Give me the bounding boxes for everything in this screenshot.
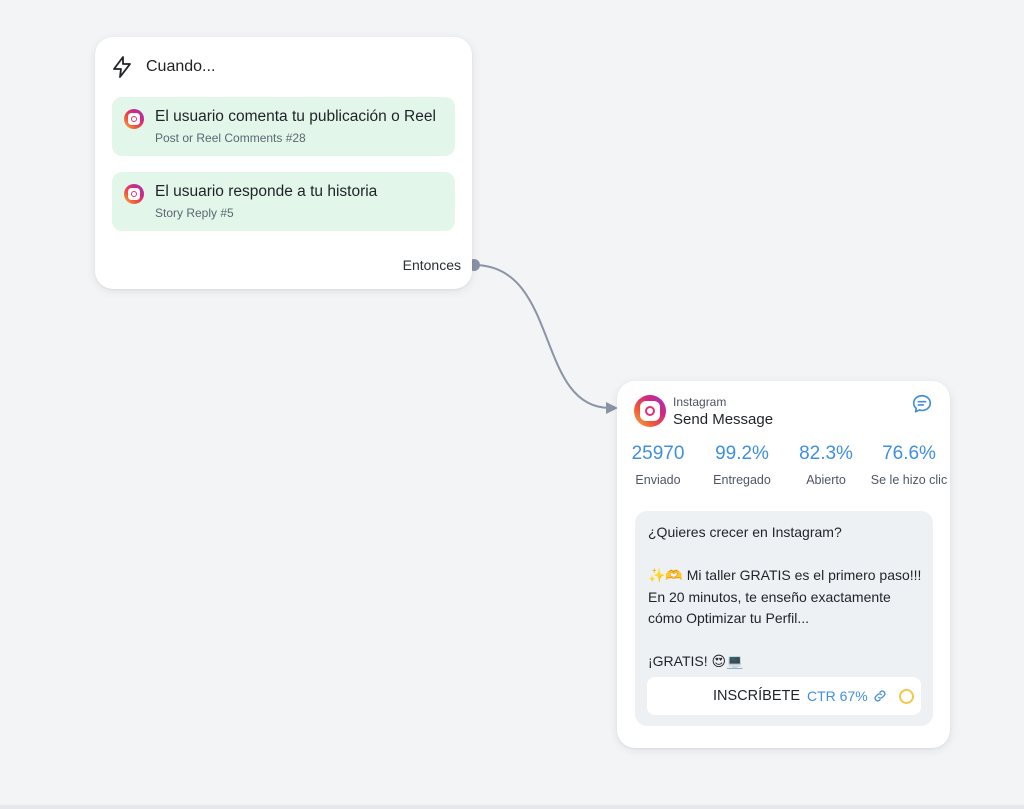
stat-label: Entregado [713, 473, 771, 487]
stat-value: 82.3% [799, 443, 853, 464]
action-title: Send Message [673, 411, 774, 428]
stat-label: Abierto [806, 473, 846, 487]
message-preview[interactable]: ¿Quieres crecer en Instagram? ✨🫶 Mi tall… [635, 511, 933, 726]
canvas-bottom-edge [0, 805, 1024, 809]
message-text: ¿Quieres crecer en Instagram? ✨🫶 Mi tall… [648, 524, 922, 669]
trigger-item-subtitle: Post or Reel Comments #28 [155, 131, 306, 145]
stat-label: Enviado [635, 473, 681, 487]
stat-value: 25970 [631, 443, 685, 464]
cta-label: INSCRÍBETE [713, 688, 801, 704]
stats-row: 25970 Enviado 99.2% Entregado 82.3% Abie… [617, 443, 950, 493]
cta-ctr: CTR 67% [807, 688, 868, 704]
trigger-header: Cuando... [110, 55, 215, 79]
stat-label: Se le hizo clic [870, 473, 948, 487]
link-icon[interactable] [872, 688, 888, 704]
trigger-node[interactable]: Cuando... El usuario comenta tu publicac… [95, 37, 472, 289]
trigger-item-subtitle: Story Reply #5 [155, 206, 234, 220]
stat-value: 76.6% [882, 443, 936, 464]
send-message-node[interactable]: Instagram Send Message 25970 Enviado 99.… [617, 381, 950, 748]
lightning-icon [113, 56, 131, 78]
stat-sent: 25970 Enviado [625, 443, 691, 487]
status-circle-icon [899, 689, 914, 704]
trigger-item-title: El usuario comenta tu publicación o Reel [155, 108, 436, 125]
stat-clicked: 76.6% Se le hizo clic [867, 443, 951, 487]
instagram-icon [124, 184, 144, 204]
then-label: Entonces [402, 257, 461, 273]
trigger-title: Cuando... [146, 58, 216, 75]
stat-opened: 82.3% Abierto [791, 443, 861, 487]
trigger-item-title: El usuario responde a tu historia [155, 183, 378, 200]
stat-value: 99.2% [715, 443, 769, 464]
trigger-item-story-reply[interactable]: El usuario responde a tu historia Story … [112, 172, 455, 231]
action-platform: Instagram [673, 395, 727, 409]
connector-line [473, 264, 611, 409]
instagram-icon [124, 109, 144, 129]
stat-delivered: 99.2% Entregado [707, 443, 777, 487]
instagram-icon [634, 395, 666, 427]
chat-bubble-icon[interactable] [911, 393, 933, 415]
trigger-item-comments[interactable]: El usuario comenta tu publicación o Reel… [112, 97, 455, 156]
cta-button[interactable]: INSCRÍBETE CTR 67% [647, 677, 921, 715]
